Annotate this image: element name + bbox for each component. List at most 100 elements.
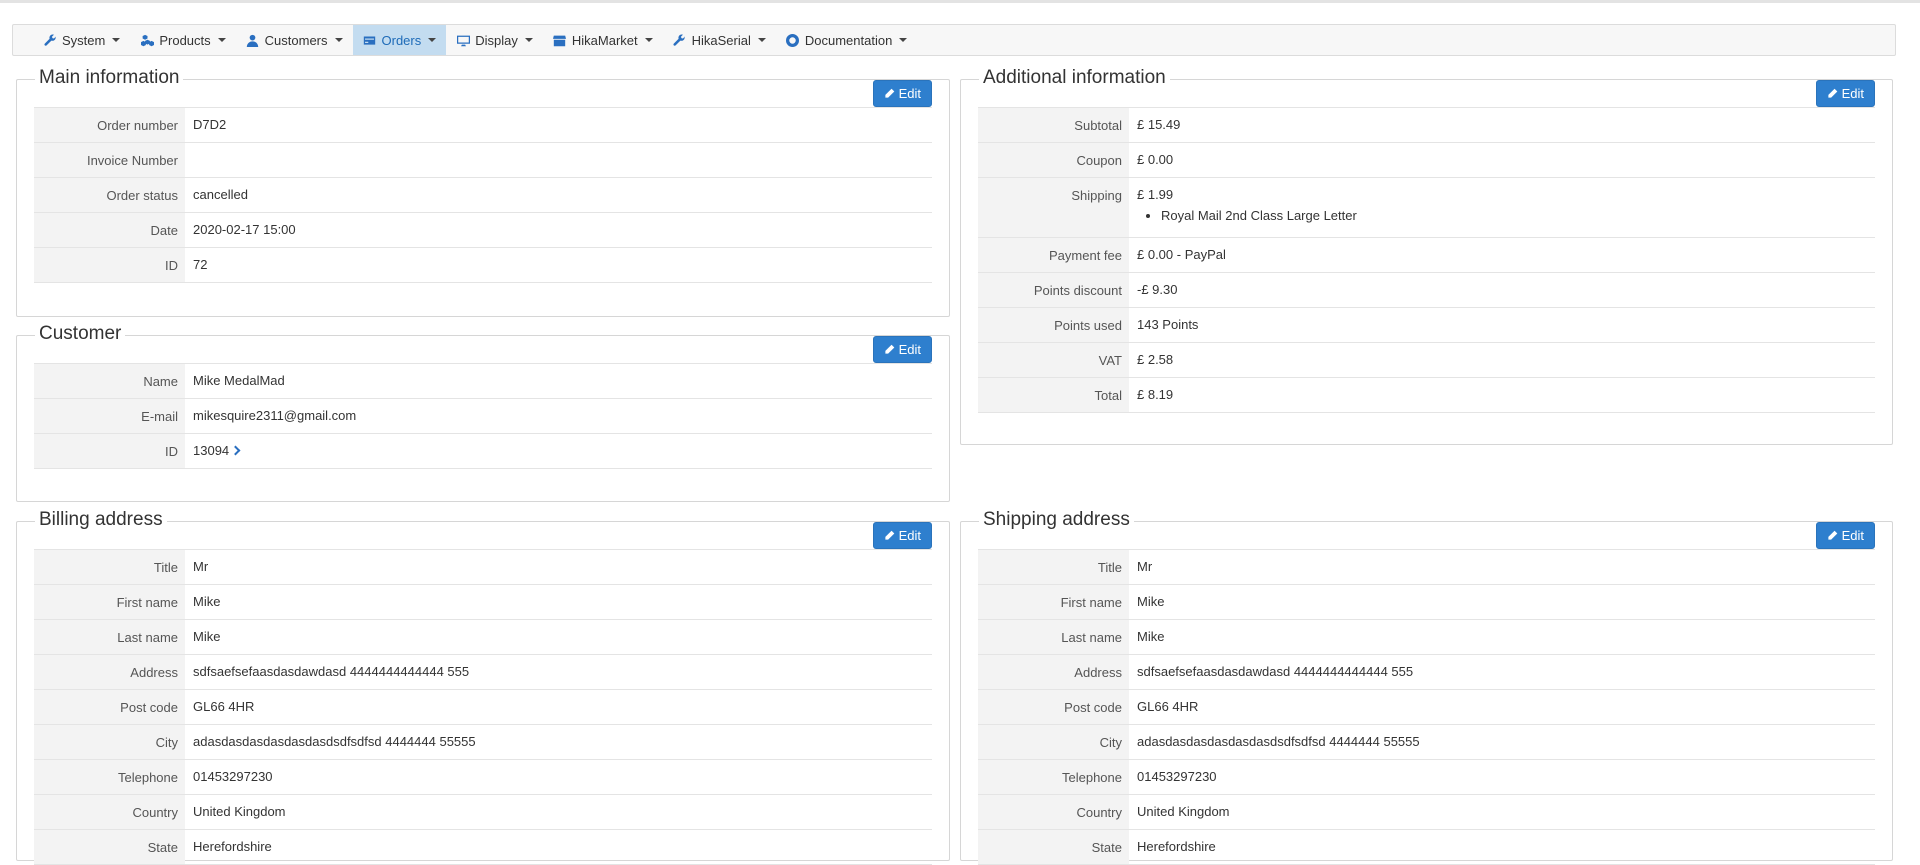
field-label: Order number [34, 108, 185, 142]
panel-title: Main information [35, 66, 184, 90]
pencil-icon [1827, 530, 1837, 540]
total-value: £ 8.19 [1137, 387, 1174, 402]
table-row: Last name Mike [978, 620, 1875, 655]
panel-title: Additional information [979, 66, 1170, 90]
points-discount-value: -£ 9.30 [1137, 282, 1178, 297]
shipping-method-list: Royal Mail 2nd Class Large Letter [1161, 208, 1867, 223]
order-id-value: 72 [193, 257, 208, 272]
menu-system-label: System [62, 32, 106, 48]
table-row: State Herefordshire [978, 830, 1875, 865]
table-row: Payment fee £ 0.00 - PayPal [978, 238, 1875, 273]
additional-information-table: Subtotal £ 15.49 Coupon £ 0.00 Shipping £ 1… [978, 107, 1875, 413]
billing-city-value: adasdasdasdasdasdasdsdfsdfsd 4444444 555… [193, 734, 476, 749]
menu-customers-label: Customers [264, 32, 328, 48]
field-label: City [34, 725, 185, 759]
billing-address-panel: Billing address Edit Title Mr First name M… [16, 508, 950, 865]
field-label: State [978, 830, 1129, 864]
shipping-address-table: Title Mr First name Mike Last name Mike Add… [978, 549, 1875, 865]
table-row: Title Mr [34, 550, 932, 585]
menu-display[interactable]: Display [446, 25, 543, 55]
menu-hikamarket[interactable]: HikaMarket [543, 25, 663, 55]
billing-telephone-value: 01453297230 [193, 769, 273, 784]
customer-name-value: Mike MedalMad [193, 373, 285, 388]
menu-display-label: Display [475, 32, 518, 48]
field-label: VAT [978, 343, 1129, 377]
main-information-panel: Main information Edit Order number D7D2 I… [16, 66, 950, 317]
shipping-last-name-value: Mike [1137, 629, 1165, 644]
chevron-right-icon [230, 445, 241, 456]
cubes-icon [140, 33, 154, 47]
field-label: Address [34, 655, 185, 689]
order-number-value: D7D2 [193, 117, 227, 132]
pencil-icon [884, 530, 894, 540]
table-row: Date 2020-02-17 15:00 [34, 213, 932, 248]
menu-documentation[interactable]: Documentation [776, 25, 917, 55]
credit-card-icon [363, 33, 377, 47]
field-label: Title [34, 550, 185, 584]
caret-down-icon [644, 38, 653, 42]
main-information-table: Order number D7D2 Invoice Number Order st… [34, 107, 932, 283]
billing-state-value: Herefordshire [193, 839, 272, 854]
billing-country-value: United Kingdom [193, 804, 286, 819]
edit-main-information-button[interactable]: Edit [872, 80, 932, 107]
shipping-country-value: United Kingdom [1137, 804, 1230, 819]
table-row: E-mail mikesquire2311@gmail.com [34, 399, 932, 434]
points-used-value: 143 Points [1137, 317, 1199, 332]
field-label: Post code [34, 690, 185, 724]
menu-documentation-label: Documentation [804, 32, 893, 48]
field-label: Points discount [978, 273, 1129, 307]
shipping-cell: £ 1.99 Royal Mail 2nd Class Large Letter [1129, 178, 1875, 237]
shipping-city-value: adasdasdasdasdasdasdsdfsdfsd 4444444 555… [1137, 734, 1420, 749]
main-menu-bar: System Products Customers Orders Display… [12, 24, 1896, 56]
field-label: First name [978, 585, 1129, 619]
shipping-telephone-value: 01453297230 [1137, 769, 1217, 784]
billing-first-name-value: Mike [193, 594, 221, 609]
shipping-title-value: Mr [1137, 559, 1153, 574]
customer-id-link[interactable]: 13094 [185, 434, 932, 468]
customer-panel: Customer Edit Name Mike MedalMad E-mail mi… [16, 322, 950, 502]
field-label: Title [978, 550, 1129, 584]
table-row: City adasdasdasdasdasdasdsdfsdfsd 4444444… [34, 725, 932, 760]
field-label: First name [34, 585, 185, 619]
shipping-state-value: Herefordshire [1137, 839, 1216, 854]
customer-email-value: mikesquire2311@gmail.com [193, 408, 357, 423]
billing-title-value: Mr [193, 559, 209, 574]
field-label: Telephone [978, 760, 1129, 794]
table-row: Points discount -£ 9.30 [978, 273, 1875, 308]
field-label: Country [34, 795, 185, 829]
shipping-address-panel: Shipping address Edit Title Mr First name… [960, 508, 1893, 865]
edit-additional-information-button[interactable]: Edit [1815, 80, 1875, 107]
field-label: Total [978, 378, 1129, 412]
menu-hikaserial-label: HikaSerial [691, 32, 751, 48]
edit-customer-button[interactable]: Edit [872, 336, 932, 363]
pencil-icon [884, 88, 894, 98]
menu-system[interactable]: System [33, 25, 130, 55]
edit-shipping-address-button[interactable]: Edit [1815, 522, 1875, 549]
additional-information-panel: Additional information Edit Subtotal £ 15… [960, 66, 1893, 445]
field-label: E-mail [34, 399, 185, 433]
monitor-icon [456, 33, 470, 47]
table-row: Total £ 8.19 [978, 378, 1875, 413]
field-label: Name [34, 364, 185, 398]
field-label: Coupon [978, 143, 1129, 177]
edit-billing-address-button[interactable]: Edit [872, 522, 932, 549]
table-row: State Herefordshire [34, 830, 932, 865]
store-icon [553, 33, 567, 47]
shipping-post-code-value: GL66 4HR [1137, 699, 1199, 714]
field-label: Order status [34, 178, 185, 212]
pencil-icon [1827, 88, 1837, 98]
invoice-number-value [185, 143, 932, 177]
menu-orders[interactable]: Orders [352, 25, 447, 55]
table-row: Invoice Number [34, 143, 932, 178]
field-label: Last name [978, 620, 1129, 654]
table-row: ID 72 [34, 248, 932, 283]
menu-customers[interactable]: Customers [236, 25, 353, 55]
payment-fee-value: £ 0.00 - PayPal [1137, 247, 1226, 262]
menu-products[interactable]: Products [130, 25, 235, 55]
menu-hikaserial[interactable]: HikaSerial [663, 25, 776, 55]
caret-down-icon [428, 38, 437, 42]
table-row: VAT £ 2.58 [978, 343, 1875, 378]
field-label: ID [34, 434, 185, 468]
field-label: Telephone [34, 760, 185, 794]
top-border [0, 0, 1920, 3]
